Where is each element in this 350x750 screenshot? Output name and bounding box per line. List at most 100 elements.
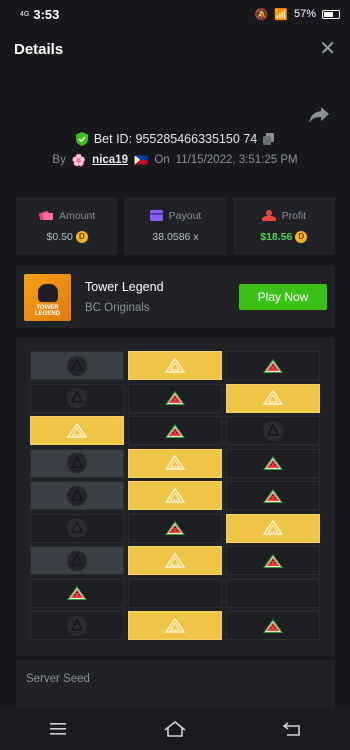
tower-cell — [128, 481, 222, 510]
tower-cell — [30, 351, 124, 380]
watermelon-icon — [263, 553, 283, 568]
tower-cell — [30, 448, 124, 478]
tower-cell — [128, 578, 222, 608]
payout-icon — [149, 210, 163, 221]
stat-amount-value: $0.50 D — [47, 230, 88, 243]
stat-amount-label: Amount — [39, 210, 95, 222]
coin-icon: D — [75, 230, 88, 243]
game-name: Tower Legend — [85, 280, 164, 294]
by-label: By — [52, 154, 66, 166]
flower-icon: 🌸 — [71, 155, 87, 167]
tower-cell — [226, 578, 320, 608]
skull-icon — [67, 388, 87, 408]
stat-profit-label: Profit — [261, 209, 307, 222]
skull-icon — [263, 420, 283, 441]
bet-id: Bet ID: 955285466335150 74 — [93, 132, 258, 146]
amount-label-text: Amount — [59, 209, 96, 222]
network-indicator: 4G — [20, 10, 30, 18]
tower-grid — [30, 351, 321, 640]
tower-cell — [30, 481, 124, 510]
watermelon-icon — [263, 488, 283, 503]
username-link[interactable]: nica19 — [92, 154, 128, 166]
tower-cell — [226, 351, 320, 380]
watermelon-icon — [66, 422, 88, 438]
tower-legend-logo: TOWER LEGEND — [24, 273, 71, 321]
skull-icon — [67, 355, 87, 376]
game-info: Tower Legend BC Originals — [85, 280, 239, 314]
stat-amount: Amount $0.50 D — [16, 197, 119, 255]
menu-nav-icon[interactable] — [38, 714, 78, 744]
tower-cell — [226, 383, 320, 413]
skull-icon — [67, 485, 87, 506]
profit-label-text: Profit — [281, 209, 307, 222]
tower-cell — [30, 416, 124, 445]
home-nav-icon[interactable] — [155, 714, 195, 744]
watermelon-icon — [165, 521, 185, 535]
tower-cell — [128, 546, 222, 575]
stat-profit: Profit $18.56 D — [232, 197, 335, 255]
watermelon-icon — [164, 552, 186, 568]
details-header: Details ✕ — [0, 28, 350, 70]
share-icon[interactable] — [308, 106, 330, 124]
bet-stats: Amount $0.50 D Payout 38.0586 x Profit $… — [16, 197, 335, 255]
watermelon-icon — [164, 617, 186, 633]
watermelon-icon — [263, 456, 283, 470]
on-label: On — [154, 154, 170, 166]
watermelon-icon — [262, 390, 284, 405]
clock: 3:53 — [33, 6, 60, 22]
skull-icon — [67, 518, 87, 538]
watermelon-icon — [262, 520, 284, 535]
watermelon-icon — [164, 455, 186, 470]
game-card: TOWER LEGEND Tower Legend BC Originals P… — [16, 266, 335, 328]
game-provider: BC Originals — [85, 302, 150, 314]
tower-board — [16, 338, 335, 656]
watermelon-icon — [67, 586, 87, 600]
watermelon-icon — [164, 487, 186, 503]
logo-text: TOWER LEGEND — [34, 304, 60, 317]
tower-cell — [30, 546, 124, 575]
tower-cell — [128, 448, 222, 478]
coin-icon: D — [295, 230, 308, 243]
mute-icon: 🔕 — [254, 8, 269, 21]
payout-label-text: Payout — [168, 209, 202, 222]
tower-cell — [128, 383, 222, 413]
tower-cell — [30, 611, 124, 640]
battery-icon — [322, 9, 340, 19]
wifi-icon: 📶 — [274, 8, 288, 21]
stat-profit-value: $18.56 D — [260, 230, 308, 243]
back-nav-icon[interactable] — [272, 714, 312, 744]
tower-cell — [226, 481, 320, 510]
tower-cell — [226, 448, 320, 478]
stat-payout: Payout 38.0586 x — [124, 197, 227, 255]
status-right: 🔕 📶 57% — [255, 8, 340, 21]
tower-cell — [30, 383, 124, 413]
tower-cell — [128, 611, 222, 640]
tower-cell — [30, 513, 124, 543]
copy-icon[interactable] — [263, 133, 275, 145]
tower-cell — [226, 611, 320, 640]
status-left: 4G 3:53 — [20, 7, 59, 22]
status-bar: 4G 3:53 🔕 📶 57% — [0, 0, 350, 28]
page-title: Details — [14, 40, 64, 58]
server-seed-label: Server Seed — [26, 673, 90, 685]
tower-cell — [30, 578, 124, 608]
skull-icon — [67, 615, 87, 636]
skull-icon — [67, 550, 87, 571]
payout-value-text: 38.0586 x — [152, 230, 199, 243]
skull-icon — [67, 453, 87, 473]
tower-cell — [128, 513, 222, 543]
close-icon[interactable]: ✕ — [319, 39, 336, 59]
watermelon-icon — [165, 423, 185, 438]
tower-cell — [226, 416, 320, 445]
flag-icon: 🇵🇭 — [133, 155, 149, 167]
bet-id-row: Bet ID: 955285466335150 74 — [0, 132, 350, 146]
battery-percent: 57% — [293, 8, 316, 20]
verified-shield-icon — [75, 132, 88, 146]
bet-meta-row: By 🌸 nica19 🇵🇭 On 11/15/2022, 3:51:25 PM — [0, 153, 350, 167]
watermelon-icon — [164, 357, 186, 373]
watermelon-icon — [263, 358, 283, 373]
stat-payout-label: Payout — [149, 209, 202, 222]
tower-cell — [226, 513, 320, 543]
play-now-button[interactable]: Play Now — [239, 284, 327, 310]
stat-payout-value: 38.0586 x — [152, 231, 198, 243]
